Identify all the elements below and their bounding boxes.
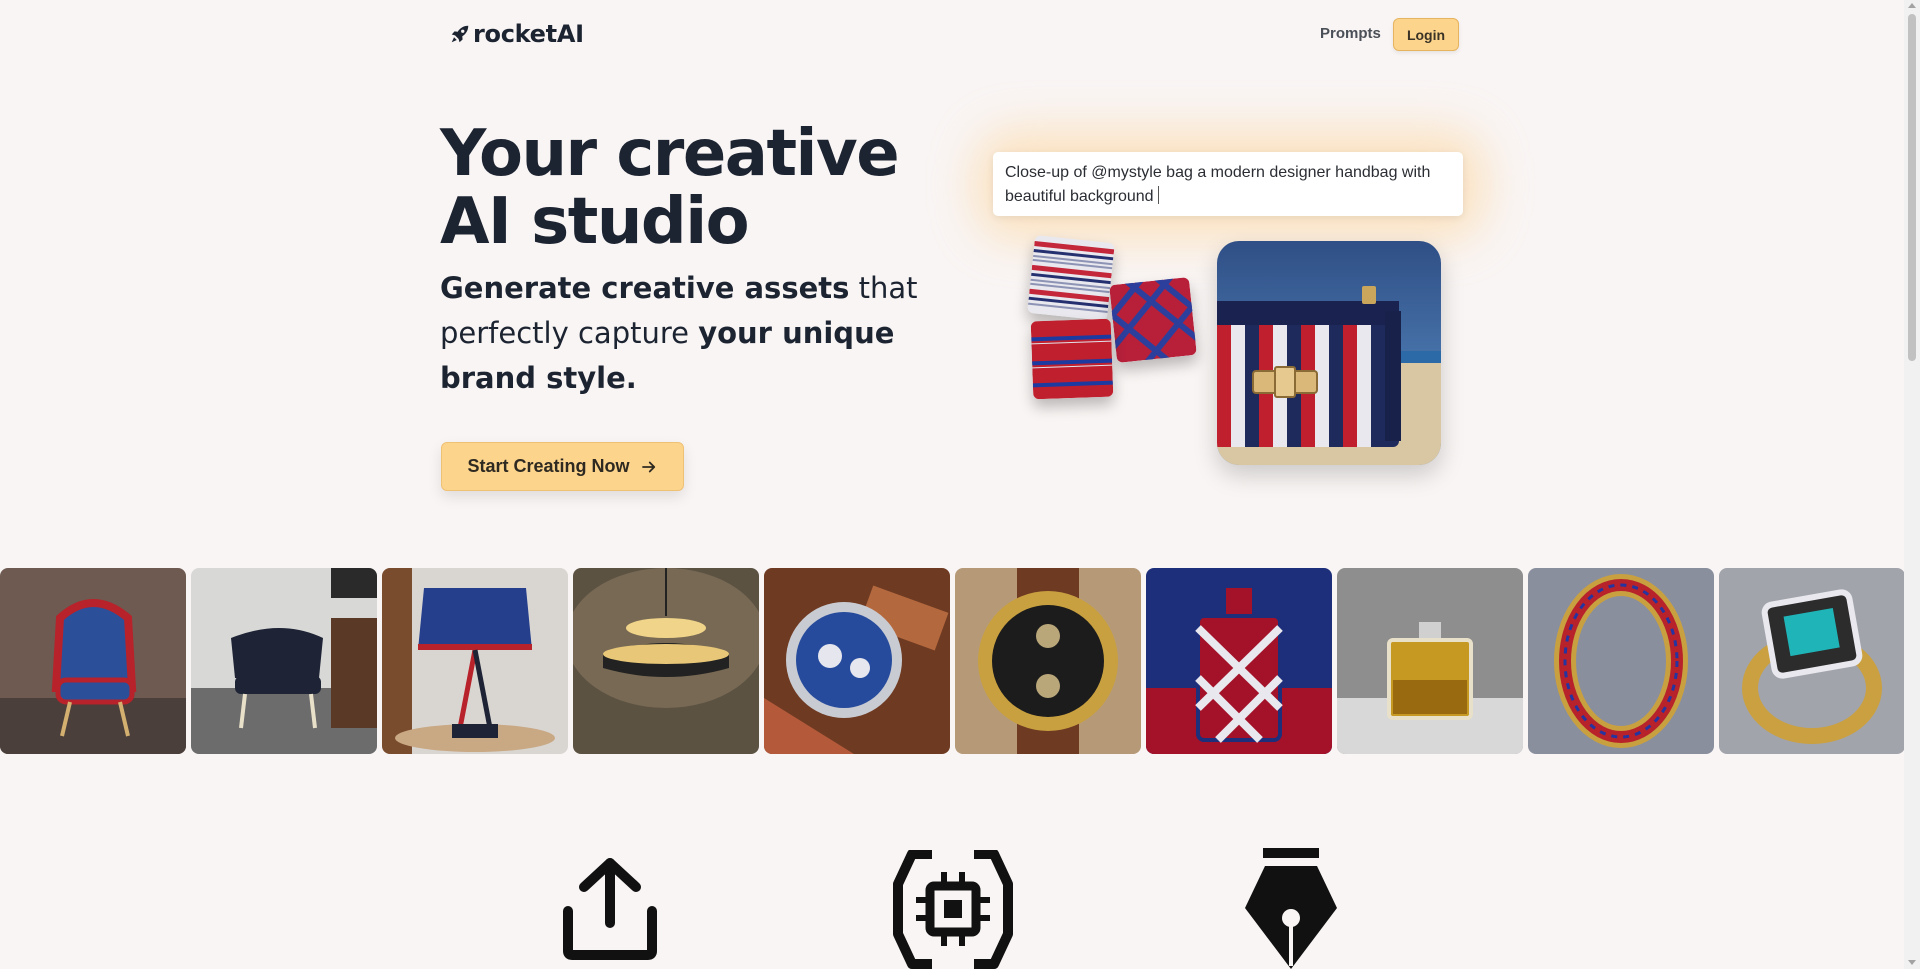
hero-title: Your creative AI studio <box>440 117 900 259</box>
logo[interactable]: rocketAI <box>449 20 584 48</box>
style-swatch-stripes <box>1027 235 1115 321</box>
gallery-item-gold-watch[interactable] <box>955 568 1141 754</box>
logo-text: rocketAI <box>473 20 584 48</box>
start-creating-button[interactable]: Start Creating Now <box>441 442 684 491</box>
gallery-item-red-ring[interactable] <box>1528 568 1714 754</box>
page: rocketAI Prompts Login Your creative AI … <box>0 0 1904 969</box>
gallery-strip <box>0 568 1904 754</box>
nav-prompts-link[interactable]: Prompts <box>1320 25 1381 42</box>
scroll-up-arrow-icon[interactable] <box>1908 3 1916 8</box>
gallery-item-chair[interactable] <box>191 568 377 754</box>
scrollbar-thumb[interactable] <box>1908 14 1916 361</box>
prompt-text-wrap: Close-up of @mystyle bag a modern design… <box>1005 161 1445 209</box>
hero-subtitle-strong-1: Generate creative assets <box>440 271 850 305</box>
gallery-item-pendant-lamp[interactable] <box>573 568 759 754</box>
hero-subtitle: Generate creative assets that perfectly … <box>440 266 940 401</box>
gallery-item-gold-perfume[interactable] <box>1337 568 1523 754</box>
login-button[interactable]: Login <box>1393 18 1459 51</box>
handbag-result-image <box>1217 241 1441 465</box>
gallery-item-teal-ring[interactable] <box>1719 568 1904 754</box>
gallery-item-patterned-perfume[interactable] <box>1146 568 1332 754</box>
gallery-item-armchair[interactable] <box>0 568 186 754</box>
gallery-item-table-lamp[interactable] <box>382 568 568 754</box>
style-swatch-crosshatch <box>1109 277 1197 363</box>
start-creating-label: Start Creating Now <box>467 456 630 476</box>
processor-icon <box>893 850 1013 969</box>
prompt-input-demo: Close-up of @mystyle bag a modern design… <box>993 152 1463 216</box>
scroll-down-arrow-icon[interactable] <box>1908 960 1916 965</box>
pen-nib-icon <box>1245 848 1337 969</box>
text-caret <box>1157 186 1159 204</box>
upload-icon <box>563 858 657 960</box>
arrow-right-icon <box>641 461 655 472</box>
gallery-item-blue-watch[interactable] <box>764 568 950 754</box>
style-swatch-red <box>1030 318 1114 400</box>
prompt-text: Close-up of @mystyle bag a modern design… <box>1005 164 1431 205</box>
rocket-icon <box>451 25 469 43</box>
